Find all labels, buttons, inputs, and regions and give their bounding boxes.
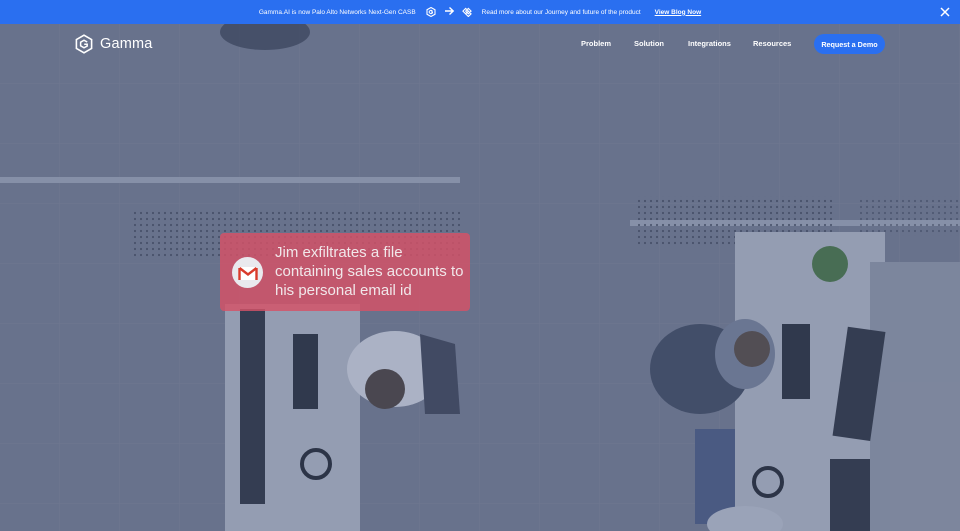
request-demo-button[interactable]: Request a Demo: [814, 34, 885, 54]
close-icon[interactable]: [938, 5, 952, 19]
nav-link-resources[interactable]: Resources: [753, 39, 791, 48]
hero-overlay: [0, 24, 960, 531]
arrow-right-icon: [444, 6, 455, 18]
gmail-icon: [232, 257, 263, 288]
announcement-bar: Gamma.AI is now Palo Alto Networks Next-…: [0, 0, 960, 24]
hero-background: [0, 24, 960, 531]
top-nav: Gamma Problem Solution Integrations Reso…: [0, 24, 960, 66]
nav-link-solution[interactable]: Solution: [634, 39, 664, 48]
palo-alto-logo-icon: [461, 7, 472, 17]
announcement-text-secondary: Read more about our Journey and future o…: [481, 8, 641, 16]
exfiltration-notification: Jim exfiltrates a file containing sales …: [220, 233, 470, 311]
nav-link-problem[interactable]: Problem: [581, 39, 611, 48]
gamma-logo-icon: [426, 7, 436, 17]
notification-message: Jim exfiltrates a file containing sales …: [275, 244, 464, 299]
view-blog-link[interactable]: View Blog Now: [655, 9, 701, 16]
nav-link-integrations[interactable]: Integrations: [688, 39, 731, 48]
announcement-text: Gamma.AI is now Palo Alto Networks Next-…: [258, 8, 416, 16]
